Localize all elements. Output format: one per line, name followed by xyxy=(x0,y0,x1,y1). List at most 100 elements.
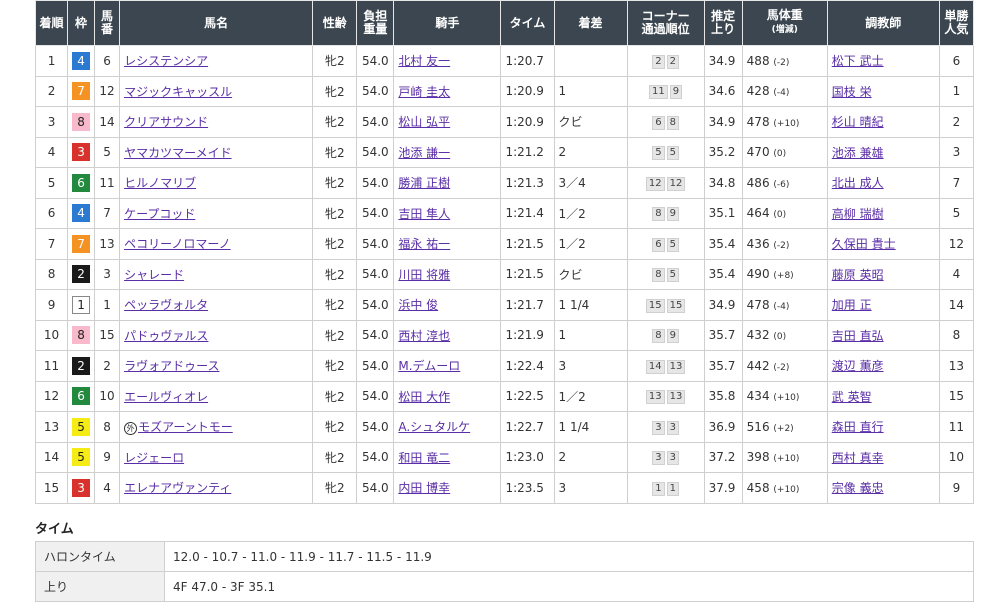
rank-cell: 5 xyxy=(34,167,69,199)
corner-position: 3 xyxy=(666,420,679,435)
horse-name-link[interactable]: パドゥヴァルス xyxy=(124,329,208,343)
jockey-link[interactable]: A.シュタルケ xyxy=(398,420,470,434)
waku-badge: 6 xyxy=(72,173,91,192)
trainer-link[interactable]: 高柳 瑞樹 xyxy=(832,207,884,221)
waku-badge: 3 xyxy=(72,143,91,162)
waku-cell: 8 xyxy=(67,106,96,138)
sexage-cell: 牝2 xyxy=(312,45,358,77)
corner-position: 9 xyxy=(669,85,683,100)
trainer-link[interactable]: 杉山 晴紀 xyxy=(832,115,884,129)
bodyweight-diff: (+10) xyxy=(773,393,800,404)
jockey-link[interactable]: M.デムーロ xyxy=(398,359,460,373)
horse-name-link[interactable]: ペッラヴォルタ xyxy=(124,298,208,312)
jockey-link[interactable]: 和田 竜二 xyxy=(398,451,450,465)
horse-name-link[interactable]: シャレード xyxy=(124,268,184,282)
weight-cell: 54.0 xyxy=(356,411,395,443)
jockey-link[interactable]: 戸崎 圭太 xyxy=(398,85,450,99)
horse-name-link[interactable]: ペコリーノロマーノ xyxy=(124,237,231,251)
corner-position: 3 xyxy=(652,451,665,466)
jockey-link[interactable]: 北村 友一 xyxy=(398,54,450,68)
last3f-cell: 35.7 xyxy=(703,350,743,382)
trainer-link[interactable]: 池添 兼雄 xyxy=(832,146,884,160)
header-margin: 着差 xyxy=(553,0,628,46)
bodyweight-cell: 432 (0) xyxy=(741,319,828,351)
corner-cell: 13 13 xyxy=(626,380,705,412)
horse-name-link[interactable]: レシステンシア xyxy=(124,54,208,68)
trainer-link[interactable]: 久保田 貴士 xyxy=(832,237,896,251)
horse-cell: ラヴォアドゥース xyxy=(119,350,314,382)
sexage-cell: 牝2 xyxy=(312,289,358,321)
bodyweight-diff: (-4) xyxy=(773,301,790,312)
trainer-link[interactable]: 加用 正 xyxy=(832,298,872,312)
waku-badge: 8 xyxy=(72,112,91,131)
popularity-cell: 14 xyxy=(938,289,975,321)
jockey-link[interactable]: 松田 大作 xyxy=(398,390,450,404)
weight-cell: 54.0 xyxy=(356,136,395,168)
time-cell: 1:22.5 xyxy=(500,380,555,412)
trainer-link[interactable]: 松下 武士 xyxy=(832,54,884,68)
horse-name-link[interactable]: ヤマカツマーメイド xyxy=(124,146,232,160)
horse-name-link[interactable]: ケープコッド xyxy=(124,207,195,221)
jockey-link[interactable]: 福永 祐一 xyxy=(398,237,450,251)
bodyweight-cell: 436 (-2) xyxy=(741,228,828,260)
bodyweight-value: 398 xyxy=(746,450,774,465)
waku-cell: 7 xyxy=(67,75,96,107)
last3f-cell: 34.8 xyxy=(703,167,743,199)
margin-cell: 1 1/4 xyxy=(553,411,628,443)
bodyweight-cell: 434 (+10) xyxy=(741,380,828,412)
trainer-link[interactable]: 国枝 栄 xyxy=(832,85,872,99)
lap-time-table: ハロンタイム 12.0 - 10.7 - 11.0 - 11.9 - 11.7 … xyxy=(35,541,974,602)
jockey-link[interactable]: 浜中 俊 xyxy=(398,298,438,312)
trainer-link[interactable]: 藤原 英昭 xyxy=(832,268,884,282)
waku-badge: 4 xyxy=(72,51,91,70)
bodyweight-value: 442 xyxy=(746,358,774,373)
horse-name-link[interactable]: モズアーントモー xyxy=(138,420,233,434)
bodyweight-diff: (0) xyxy=(773,332,787,343)
trainer-link[interactable]: 西村 真幸 xyxy=(832,451,884,465)
jockey-cell: 吉田 隼人 xyxy=(393,197,502,229)
corner-position: 15 xyxy=(666,298,686,313)
trainer-cell: 藤原 英昭 xyxy=(826,258,940,290)
jockey-link[interactable]: 内田 博幸 xyxy=(398,481,450,495)
weight-cell: 54.0 xyxy=(356,197,395,229)
horse-name-link[interactable]: ラヴォアドゥース xyxy=(124,359,219,373)
corner-cell: 68 xyxy=(626,106,705,138)
jockey-link[interactable]: 川田 将雅 xyxy=(398,268,450,282)
horse-name-link[interactable]: クリアサウンド xyxy=(124,115,208,129)
rank-cell: 10 xyxy=(34,319,69,351)
bodyweight-cell: 464 (0) xyxy=(741,197,828,229)
trainer-link[interactable]: 吉田 直弘 xyxy=(832,329,884,343)
weight-cell: 54.0 xyxy=(356,350,395,382)
jockey-link[interactable]: 池添 謙一 xyxy=(398,146,450,160)
trainer-cell: 北出 成人 xyxy=(826,167,940,199)
bodyweight-cell: 398 (+10) xyxy=(741,441,828,473)
trainer-link[interactable]: 北出 成人 xyxy=(832,176,884,190)
horse-name-link[interactable]: ヒルノマリブ xyxy=(124,176,196,190)
corner-position: 1 xyxy=(666,481,679,496)
sexage-cell: 牝2 xyxy=(312,75,358,107)
last3f-cell: 35.8 xyxy=(703,380,743,412)
horse-name-link[interactable]: レジェーロ xyxy=(124,451,184,465)
corner-cell: 11 9 xyxy=(626,75,705,107)
trainer-link[interactable]: 渡辺 薫彦 xyxy=(832,359,884,373)
corner-position: 1 xyxy=(652,481,665,496)
trainer-link[interactable]: 宗像 義忠 xyxy=(832,481,884,495)
trainer-cell: 吉田 直弘 xyxy=(826,319,940,351)
horse-name-link[interactable]: エレナアヴァンティ xyxy=(124,481,231,495)
jockey-cell: A.シュタルケ xyxy=(393,411,502,443)
jockey-link[interactable]: 西村 淳也 xyxy=(398,329,450,343)
table-row: 12 6 10 エールヴィオレ 牝2 54.0 松田 大作 1:22.5 1／2 13 13 35.8… xyxy=(34,380,975,412)
header-weight: 負担 重量 xyxy=(356,0,395,46)
corner-cell: 22 xyxy=(626,45,705,77)
horse-name-link[interactable]: エールヴィオレ xyxy=(124,390,208,404)
horse-name-link[interactable]: マジックキャッスル xyxy=(124,85,232,99)
jockey-link[interactable]: 吉田 隼人 xyxy=(398,207,450,221)
margin-cell: 1／2 xyxy=(553,197,628,229)
trainer-link[interactable]: 武 英智 xyxy=(832,390,872,404)
jockey-cell: M.デムーロ xyxy=(393,350,502,382)
bodyweight-diff: (-6) xyxy=(773,179,790,190)
jockey-link[interactable]: 松山 弘平 xyxy=(398,115,450,129)
jockey-link[interactable]: 勝浦 正樹 xyxy=(398,176,450,190)
trainer-link[interactable]: 森田 直行 xyxy=(832,420,884,434)
trainer-cell: 西村 真幸 xyxy=(826,441,940,473)
